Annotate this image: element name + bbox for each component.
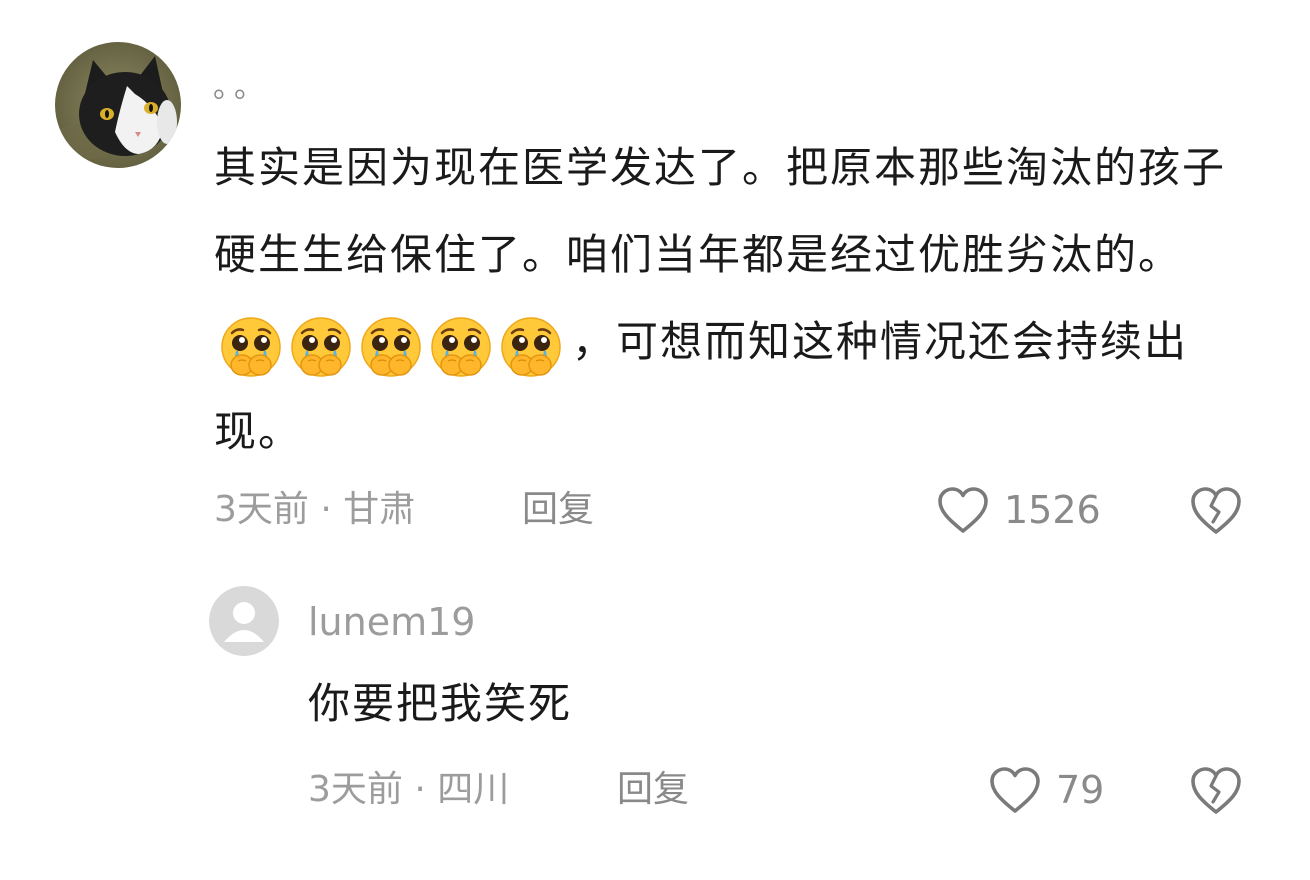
comment-text: 其实是因为现在医学发达了。把原本那些淘汰的孩子硬生生给保住了。咱们当年都是经过优…	[214, 124, 1264, 475]
heart-icon	[990, 767, 1040, 813]
pleading-cry-emoji-icon	[218, 315, 284, 381]
reply-like-count: 79	[1056, 768, 1105, 812]
heart-icon	[938, 487, 988, 533]
reply-text: 你要把我笑死	[308, 679, 573, 728]
user-avatar[interactable]	[55, 42, 181, 168]
like-count: 1526	[1004, 488, 1101, 532]
comment-username[interactable]: 。。	[213, 68, 270, 108]
broken-heart-icon	[1191, 487, 1241, 534]
reply-user-avatar[interactable]	[209, 586, 279, 656]
reply-reply-button[interactable]: 回复	[617, 762, 689, 818]
pleading-cry-emoji-icon	[428, 315, 494, 381]
cat-avatar-icon	[55, 42, 181, 168]
dislike-button[interactable]	[1188, 484, 1244, 536]
pleading-cry-emoji-icon	[288, 315, 354, 381]
reply-like-button[interactable]: 79	[988, 762, 1104, 818]
default-avatar-icon	[209, 586, 279, 656]
reply-button[interactable]: 回复	[522, 482, 594, 538]
reply-timestamp-location: 3天前 · 四川	[308, 769, 510, 810]
emoji-group	[218, 301, 568, 388]
pleading-cry-emoji-icon	[358, 315, 424, 381]
reply-username[interactable]: lunem19	[308, 596, 475, 648]
comment-text-part-1: 其实是因为现在医学发达了。把原本那些淘汰的孩子硬生生给保住了。咱们当年都是经过优…	[214, 143, 1227, 279]
like-button[interactable]: 1526	[936, 482, 1101, 538]
reply-dislike-button[interactable]	[1188, 764, 1244, 816]
comment-timestamp-location: 3天前 · 甘肃	[214, 489, 416, 530]
pleading-cry-emoji-icon	[498, 315, 564, 381]
broken-heart-icon	[1191, 767, 1241, 814]
